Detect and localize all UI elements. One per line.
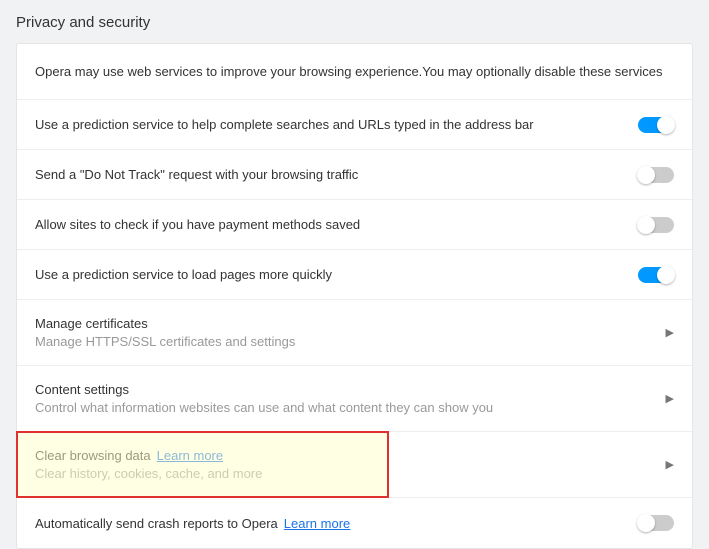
intro-text: Opera may use web services to improve yo… [35, 64, 674, 79]
prediction-load-row[interactable]: Use a prediction service to load pages m… [17, 250, 692, 300]
crash-learn-more-link[interactable]: Learn more [284, 516, 350, 531]
intro-row: Opera may use web services to improve yo… [17, 44, 692, 100]
prediction-load-label: Use a prediction service to load pages m… [35, 267, 638, 282]
certificates-sub: Manage HTTPS/SSL certificates and settin… [35, 334, 654, 349]
dnt-label: Send a "Do Not Track" request with your … [35, 167, 638, 182]
settings-panel: Opera may use web services to improve yo… [16, 43, 693, 549]
crash-reports-row[interactable]: Automatically send crash reports to Oper… [17, 498, 692, 548]
crash-reports-toggle[interactable] [638, 515, 674, 531]
payment-label: Allow sites to check if you have payment… [35, 217, 638, 232]
chevron-right-icon: ▶ [666, 392, 674, 405]
content-settings-row[interactable]: Content settings Control what informatio… [17, 366, 692, 432]
crash-reports-label: Automatically send crash reports to Oper… [35, 516, 638, 531]
payment-toggle[interactable] [638, 217, 674, 233]
prediction-search-row[interactable]: Use a prediction service to help complet… [17, 100, 692, 150]
prediction-search-toggle[interactable] [638, 117, 674, 133]
clear-browsing-data-row[interactable]: Clear browsing dataLearn more Clear hist… [17, 432, 692, 498]
content-settings-label: Content settings [35, 382, 654, 397]
dnt-toggle[interactable] [638, 167, 674, 183]
certificates-label: Manage certificates [35, 316, 654, 331]
dnt-row[interactable]: Send a "Do Not Track" request with your … [17, 150, 692, 200]
prediction-load-toggle[interactable] [638, 267, 674, 283]
clear-learn-more-link[interactable]: Learn more [157, 448, 223, 463]
clear-browsing-data-sub: Clear history, cookies, cache, and more [35, 466, 654, 481]
prediction-search-label: Use a prediction service to help complet… [35, 117, 638, 132]
chevron-right-icon: ▶ [666, 458, 674, 471]
page-title: Privacy and security [0, 0, 709, 43]
certificates-row[interactable]: Manage certificates Manage HTTPS/SSL cer… [17, 300, 692, 366]
content-settings-sub: Control what information websites can us… [35, 400, 654, 415]
payment-row[interactable]: Allow sites to check if you have payment… [17, 200, 692, 250]
clear-browsing-data-label: Clear browsing dataLearn more [35, 448, 654, 463]
chevron-right-icon: ▶ [666, 326, 674, 339]
